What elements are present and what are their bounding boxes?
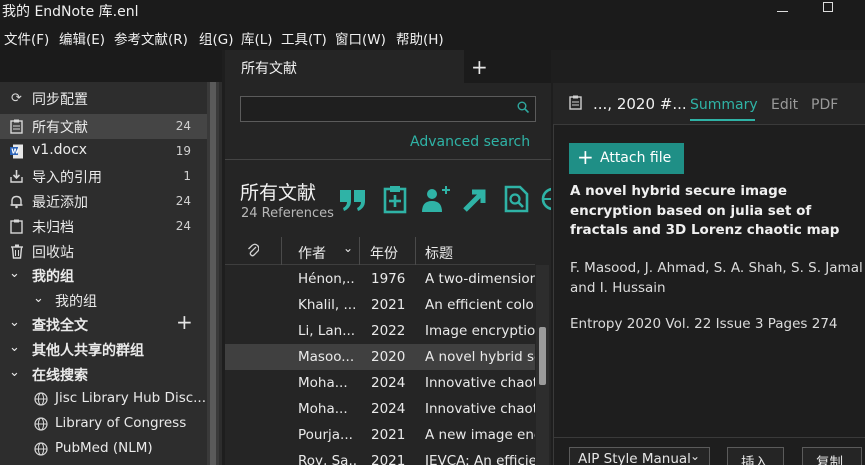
menu-help[interactable]: 帮助(H) xyxy=(396,28,444,48)
search-icon[interactable] xyxy=(517,101,530,116)
title-bar: 我的 EndNote 库.enl xyxy=(0,0,865,24)
sidebar-item-unfiled[interactable]: 未归档 24 xyxy=(0,214,207,239)
trash-icon xyxy=(9,244,24,259)
search-input[interactable] xyxy=(240,96,536,122)
citation-style-select[interactable]: AIP Style Manual ⌄ xyxy=(569,447,710,465)
menu-window[interactable]: 窗口(W) xyxy=(335,28,386,48)
reference-table-header: 作者 ⌄ 年份 标题 xyxy=(225,237,535,265)
reference-type-icon xyxy=(569,95,582,114)
active-tab-indicator xyxy=(690,119,755,121)
word-doc-icon: W xyxy=(9,144,24,159)
table-row[interactable]: Roy, Sa... 2021 IEVCA: An efficien xyxy=(225,448,535,465)
tab-summary[interactable]: Summary xyxy=(690,97,758,113)
globe-icon xyxy=(33,417,48,432)
reference-source: Entropy 2020 Vol. 22 Issue 3 Pages 274 xyxy=(570,316,838,332)
chevron-down-icon: ⌄ xyxy=(690,449,701,463)
sidebar-item-v1-docx[interactable]: W v1.docx 19 xyxy=(0,139,207,164)
table-row[interactable]: Khalil, ... 2021 An efficient color/ xyxy=(225,292,535,318)
bell-icon xyxy=(9,194,24,209)
detail-header-title: ..., 2020 #... xyxy=(593,95,687,113)
table-scroll-thumb[interactable] xyxy=(539,327,546,385)
table-row-selected[interactable]: Masoo... 2020 A novel hybrid sec xyxy=(225,344,535,370)
table-row[interactable]: Moha... 2024 Innovative chaotic xyxy=(225,370,535,396)
chevron-down-icon[interactable]: ⌄ xyxy=(9,340,20,355)
sidebar-item-imported[interactable]: 导入的引用 1 xyxy=(0,164,207,189)
minimize-icon[interactable] xyxy=(777,11,788,12)
sidebar-online-jisc[interactable]: Jisc Library Hub Disc... xyxy=(0,387,207,412)
sidebar-item-trash[interactable]: 回收站 xyxy=(0,239,207,264)
online-globe-icon[interactable] xyxy=(541,184,551,214)
chevron-down-icon[interactable]: ⌄ xyxy=(9,315,20,330)
find-full-text-icon[interactable] xyxy=(503,184,533,214)
export-arrow-icon[interactable] xyxy=(461,184,491,214)
advanced-search-link[interactable]: Advanced search xyxy=(410,134,530,150)
sidebar-item-recently-added[interactable]: 最近添加 24 xyxy=(0,189,207,214)
chevron-down-icon[interactable]: ⌄ xyxy=(9,266,20,281)
insert-citation-icon[interactable] xyxy=(338,184,368,214)
library-title: 所有文献 xyxy=(240,182,317,204)
sidebar-item-sync[interactable]: ⟳ 同步配置 xyxy=(0,86,207,111)
share-user-icon[interactable] xyxy=(420,184,450,214)
svg-text:W: W xyxy=(11,148,19,156)
sidebar-item-all-references[interactable]: 所有文献 24 xyxy=(0,114,207,139)
table-row[interactable]: Li, Lan... 2022 Image encryption xyxy=(225,318,535,344)
reference-authors: F. Masood, J. Ahmad, S. A. Shah, S. S. J… xyxy=(570,260,863,296)
column-year[interactable]: 年份 xyxy=(370,243,398,263)
maximize-icon[interactable] xyxy=(823,2,833,12)
unfiled-icon xyxy=(9,219,24,234)
sidebar-group-my-groups[interactable]: ⌄ 我的组 xyxy=(0,263,207,288)
tab-edit[interactable]: Edit xyxy=(771,97,798,113)
globe-icon xyxy=(33,392,48,407)
add-tab-icon[interactable]: + xyxy=(471,55,488,79)
attachment-column-icon[interactable] xyxy=(247,242,260,262)
tab-pdf[interactable]: PDF xyxy=(811,97,838,113)
menu-library[interactable]: 库(L) xyxy=(241,28,273,48)
tab-all-references[interactable]: 所有文献 xyxy=(225,50,464,83)
column-title[interactable]: 标题 xyxy=(425,243,453,263)
reference-title: A novel hybrid secure image encryption b… xyxy=(570,183,840,238)
insert-button[interactable]: 插入 xyxy=(727,447,784,465)
table-row[interactable]: Moha... 2024 Innovative chaotic xyxy=(225,396,535,422)
sidebar-group-shared-groups[interactable]: ⌄ 其他人共享的群组 xyxy=(0,337,207,362)
chevron-down-icon[interactable]: ⌄ xyxy=(9,365,20,380)
reference-count: 24 References xyxy=(241,206,334,221)
window-title: 我的 EndNote 库.enl xyxy=(2,4,139,20)
clipboard-icon xyxy=(9,119,24,134)
sidebar-online-pubmed[interactable]: PubMed (NLM) xyxy=(0,437,207,462)
add-online-search-icon[interactable]: + xyxy=(176,312,193,332)
menu-edit[interactable]: 编辑(E) xyxy=(59,28,105,48)
menu-bar: 文件(F) 编辑(E) 参考文献(R) 组(G) 库(L) 工具(T) 窗口(W… xyxy=(0,24,865,50)
import-icon xyxy=(9,169,24,184)
sidebar-group-online-search[interactable]: ⌄ 在线搜索 xyxy=(0,362,207,387)
copy-button[interactable]: 复制 xyxy=(802,447,862,465)
globe-icon xyxy=(33,442,48,457)
sidebar-scroll-thumb[interactable] xyxy=(210,82,216,465)
menu-groups[interactable]: 组(G) xyxy=(199,28,234,48)
column-author[interactable]: 作者 xyxy=(298,243,326,263)
attach-file-button[interactable]: + Attach file xyxy=(569,143,684,174)
sidebar-online-library-of-congress[interactable]: Library of Congress xyxy=(0,412,207,437)
chevron-down-icon[interactable]: ⌄ xyxy=(343,241,353,255)
plus-icon: + xyxy=(577,145,594,169)
sync-icon: ⟳ xyxy=(11,91,22,106)
new-reference-icon[interactable] xyxy=(380,184,410,214)
chevron-down-icon[interactable]: ⌄ xyxy=(33,291,44,306)
menu-file[interactable]: 文件(F) xyxy=(4,28,49,48)
menu-references[interactable]: 参考文献(R) xyxy=(114,28,188,48)
table-row[interactable]: Pourja... 2021 A new image encr xyxy=(225,422,535,448)
table-row[interactable]: Hénon,... 1976 A two-dimensional xyxy=(225,266,535,292)
menu-tools[interactable]: 工具(T) xyxy=(281,28,327,48)
